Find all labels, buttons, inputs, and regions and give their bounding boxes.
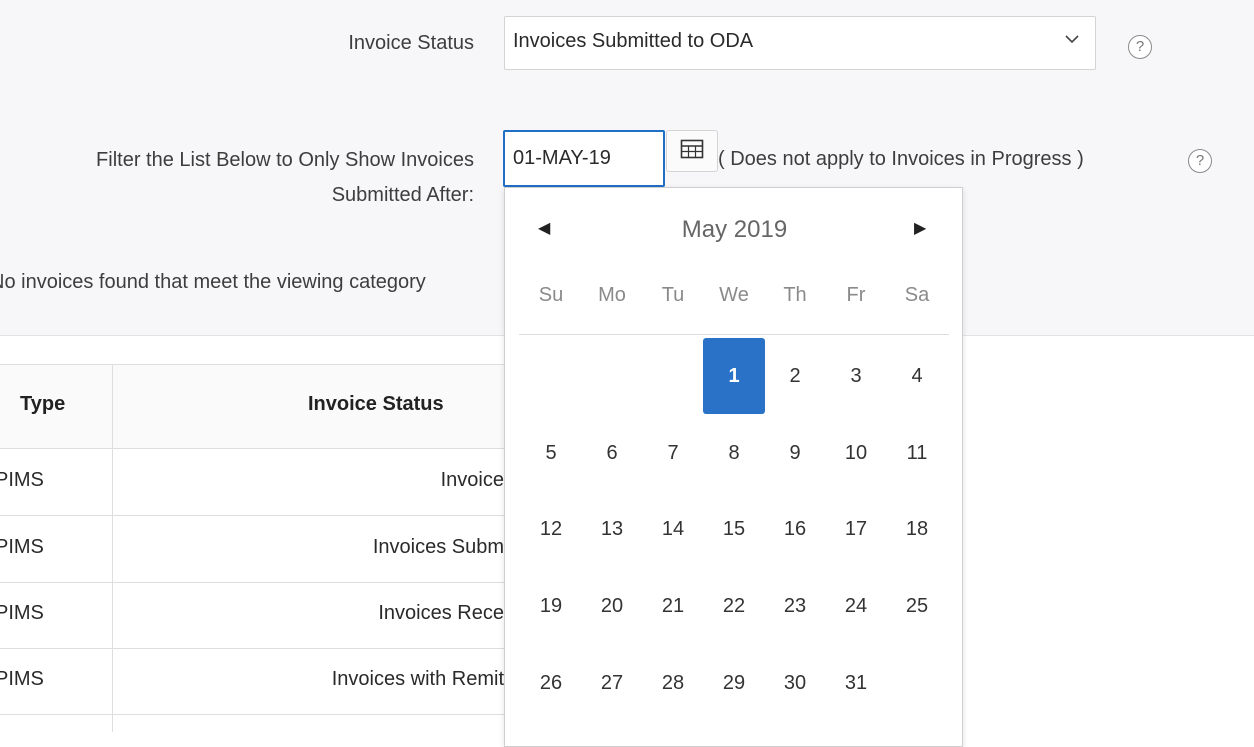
weekday-label: Sa — [904, 284, 930, 306]
cell-invoice-status[interactable]: Invoices with Remit — [332, 668, 504, 691]
weekday-label: Tu — [661, 284, 685, 306]
calendar-day[interactable]: 20 — [581, 568, 643, 644]
invoice-status-selected-value: Invoices Submitted to ODA — [513, 30, 754, 52]
cell-type: PIMS — [0, 536, 44, 558]
calendar-day-selected[interactable]: 1 — [703, 338, 765, 414]
date-filter-label-line1: Filter the List Below to Only Show Invoi… — [96, 149, 474, 171]
chevron-down-icon — [1065, 27, 1079, 50]
calendar-day[interactable]: 30 — [764, 645, 826, 721]
calendar-day[interactable]: 19 — [520, 568, 582, 644]
submitted-after-date-input[interactable]: 01-MAY-19 — [503, 130, 665, 187]
weekday-label: Fr — [846, 284, 866, 306]
calendar-day[interactable]: 6 — [581, 415, 643, 491]
cell-invoice-status[interactable]: Invoices Rece — [378, 602, 504, 625]
table-row: PIMS Invoices Rece — [0, 582, 510, 649]
date-filter-label-line2: Submitted After: — [331, 184, 474, 206]
calendar-day[interactable]: 28 — [642, 645, 704, 721]
calendar-day[interactable]: 27 — [581, 645, 643, 721]
calendar-day[interactable]: 26 — [520, 645, 582, 721]
calendar-day[interactable]: 10 — [825, 415, 887, 491]
cell-type: PIMS — [0, 602, 44, 624]
cell-type: PIMS — [0, 668, 44, 690]
no-invoices-message: No invoices found that meet the viewing … — [0, 271, 505, 294]
weekday-label: We — [719, 284, 749, 306]
calendar-month-title: May 2019 — [681, 216, 788, 243]
calendar-day[interactable]: 4 — [886, 338, 948, 414]
invoice-status-label: Invoice Status — [348, 32, 474, 54]
calendar-day[interactable]: 31 — [825, 645, 887, 721]
type-column-header[interactable]: Type — [20, 393, 65, 416]
calendar-day[interactable]: 9 — [764, 415, 826, 491]
date-filter-note: ( Does not apply to Invoices in Progress… — [718, 148, 1084, 170]
invoice-status-select[interactable]: Invoices Submitted to ODA — [504, 16, 1096, 70]
invoices-table: Type Invoice Status PIMS Invoice PIMS In… — [0, 364, 510, 732]
table-row: PIMS Invoices Subm — [0, 516, 510, 583]
calendar-day[interactable]: 5 — [520, 415, 582, 491]
weekday-label: Mo — [598, 284, 626, 306]
calendar-day[interactable]: 17 — [825, 491, 887, 567]
invoice-status-column-header[interactable]: Invoice Status — [308, 393, 444, 416]
calendar-day[interactable]: 13 — [581, 491, 643, 567]
date-filter-help-icon[interactable]: ? — [1188, 149, 1212, 173]
calendar-day[interactable]: 21 — [642, 568, 704, 644]
date-input-value: 01-MAY-19 — [513, 147, 611, 169]
weekday-label: Su — [538, 284, 564, 306]
calendar-day[interactable]: 3 — [825, 338, 887, 414]
calendar-day[interactable]: 16 — [764, 491, 826, 567]
no-invoices-text: No invoices found that meet the viewing … — [0, 271, 426, 293]
weekday-divider — [519, 334, 949, 335]
calendar-day[interactable]: 12 — [520, 491, 582, 567]
table-row: PIMS Invoice — [0, 449, 510, 516]
date-picker-popup: ◀ May 2019 ▶ Su Mo Tu We Th Fr Sa 123456… — [504, 187, 963, 747]
table-row: PIMS Invoices with Remit — [0, 648, 510, 715]
calendar-day[interactable]: 7 — [642, 415, 704, 491]
cell-type: PIMS — [0, 469, 44, 491]
table-header: Type Invoice Status — [0, 365, 510, 449]
calendar-day[interactable]: 18 — [886, 491, 948, 567]
calendar-day[interactable]: 2 — [764, 338, 826, 414]
calendar-day[interactable]: 23 — [764, 568, 826, 644]
weekday-label: Th — [783, 284, 807, 306]
calendar-day[interactable]: 29 — [703, 645, 765, 721]
calendar-day[interactable]: 22 — [703, 568, 765, 644]
invoice-status-help-icon[interactable]: ? — [1128, 35, 1152, 59]
calendar-icon — [680, 139, 704, 159]
next-month-icon[interactable]: ▶ — [914, 218, 926, 238]
calendar-day[interactable]: 14 — [642, 491, 704, 567]
calendar-day[interactable]: 15 — [703, 491, 765, 567]
calendar-day[interactable]: 24 — [825, 568, 887, 644]
calendar-day[interactable]: 8 — [703, 415, 765, 491]
calendar-picker-button[interactable] — [666, 130, 718, 172]
calendar-day[interactable]: 25 — [886, 568, 948, 644]
calendar-day[interactable]: 11 — [886, 415, 948, 491]
cell-invoice-status[interactable]: Invoices Subm — [373, 536, 504, 559]
cell-invoice-status[interactable]: Invoice — [441, 469, 504, 492]
